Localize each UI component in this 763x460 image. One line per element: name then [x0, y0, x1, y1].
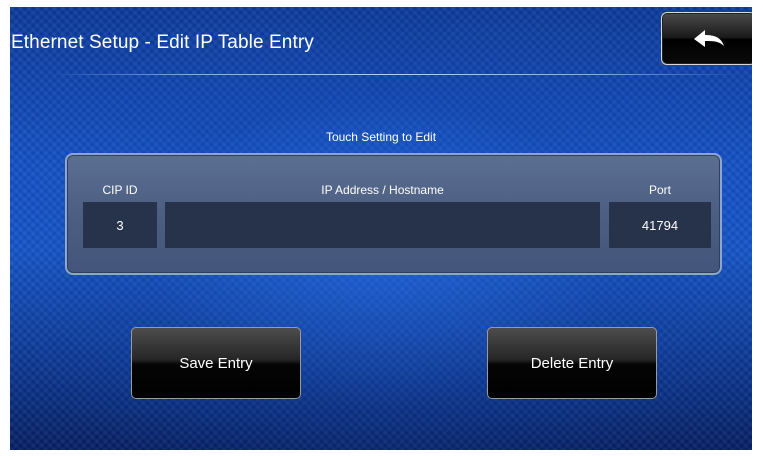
edit-hint: Touch Setting to Edit	[325, 130, 437, 144]
page-title: Ethernet Setup - Edit IP Table Entry	[11, 32, 314, 53]
title-divider	[50, 74, 740, 75]
back-button[interactable]	[661, 12, 752, 65]
port-label: Port	[648, 183, 671, 197]
cip-id-field[interactable]: 3	[83, 202, 157, 248]
save-entry-button[interactable]: Save Entry	[131, 327, 301, 399]
ip-table-entry-panel: CIP ID IP Address / Hostname Port 3 4179…	[65, 153, 722, 275]
touch-screen: Ethernet Setup - Edit IP Table Entry Tou…	[10, 7, 752, 450]
cip-id-label: CIP ID	[102, 183, 138, 197]
port-field[interactable]: 41794	[609, 202, 711, 248]
ip-address-label: IP Address / Hostname	[321, 183, 444, 197]
delete-entry-button[interactable]: Delete Entry	[487, 327, 657, 399]
ip-address-field[interactable]	[165, 202, 600, 248]
back-arrow-icon	[693, 29, 724, 47]
